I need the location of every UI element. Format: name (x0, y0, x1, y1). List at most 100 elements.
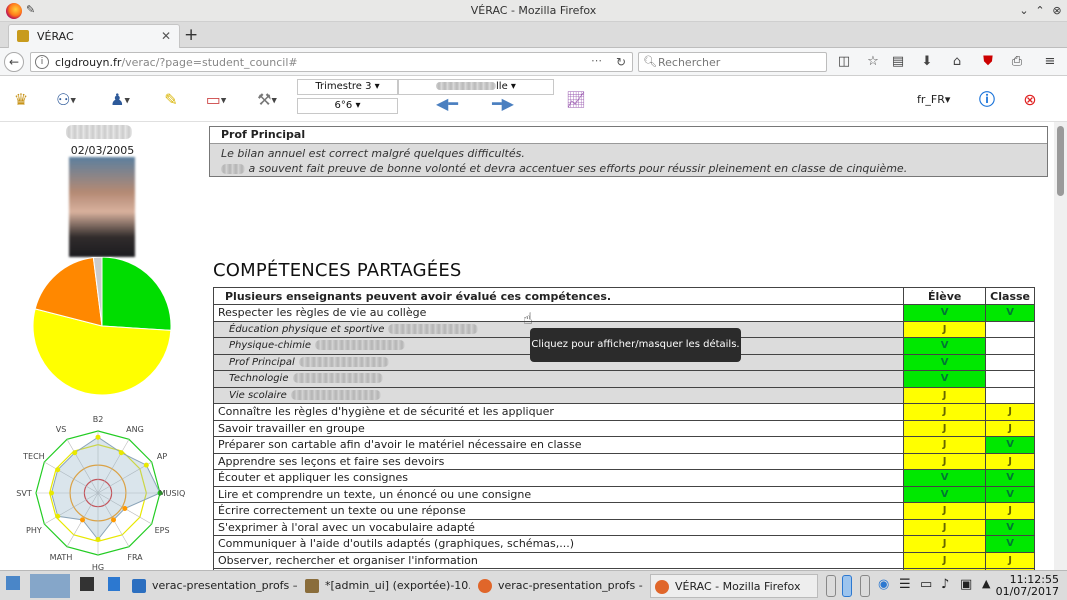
subjects-radar-chart: B2ANGAPMUSIQEPSFRAHGMATHPHYSVTTECHVS (16, 415, 185, 572)
radar-point (49, 490, 54, 496)
home-icon[interactable]: ⌂ (948, 53, 966, 71)
language-select[interactable]: fr_FR▾ (917, 93, 950, 106)
classe-value: V (985, 469, 1035, 487)
clock-date: 01/07/2017 (995, 585, 1059, 598)
details-tooltip: Cliquez pour afficher/masquer les détail… (530, 328, 741, 362)
table-row[interactable]: Observer, rechercher et organiser l'info… (212, 551, 1035, 569)
competence-label: Lire et comprendre un texte, un énoncé o… (212, 485, 905, 503)
minimize-icon[interactable]: ⌄ (1016, 3, 1032, 19)
task-firefox-verac[interactable]: VÉRAC - Mozilla Firefox (650, 574, 818, 598)
verac-favicon-icon (17, 30, 29, 42)
page-scrollbar[interactable] (1054, 122, 1067, 570)
url-bar[interactable]: i clgdrouyn.fr/verac/?page=student_counc… (30, 52, 633, 72)
radar-point (143, 462, 149, 468)
reload-icon[interactable]: ↻ (616, 55, 626, 69)
task-admin-ui[interactable]: *[admin_ui] (exportée)-10.0 ... (305, 574, 470, 598)
table-row[interactable]: Préparer son cartable afin d'avoir le ma… (212, 436, 1035, 454)
eleve-value: J (903, 320, 987, 338)
table-row[interactable]: Apprendre ses leçons et faire ses devoir… (212, 452, 1035, 470)
update-icon[interactable]: ◉ (878, 577, 889, 592)
class-select[interactable]: 6°6 ▾ (297, 98, 398, 114)
app-toolbar: ♛ ⚇▼ ♟▼ ✎ ▭▼ ⚒▼ Trimestre 3 ▾ lle ▾ 6°6 … (0, 76, 1067, 122)
site-info-icon[interactable]: i (35, 55, 49, 69)
eleve-value: J (903, 403, 987, 421)
radar-axis-label: AP (157, 452, 167, 461)
radar-axis-label: B2 (93, 415, 104, 424)
info-icon[interactable]: ⓘ (973, 89, 1001, 111)
sidebar-icon[interactable]: ◫ (835, 53, 853, 71)
eleve-value: V (903, 304, 987, 322)
tray-expand-icon[interactable]: ▲ (982, 577, 990, 590)
clock[interactable]: 11:12:55 01/07/2017 (996, 574, 1059, 598)
search-icon: 🔍︎ (643, 55, 657, 68)
files-icon[interactable] (108, 577, 120, 591)
classe-value (985, 337, 1035, 355)
clipboard-icon[interactable]: ▤ (889, 53, 907, 71)
classe-value: V (985, 518, 1035, 536)
competence-label: S'exprimer à l'oral avec un vocabulaire … (212, 518, 905, 536)
table-row[interactable]: Lire et comprendre un texte, un énoncé o… (212, 485, 1035, 503)
competence-label: Écouter et appliquer les consignes (212, 469, 905, 487)
task-verac-presentation-1[interactable]: verac-presentation_profs —... (132, 574, 297, 598)
column-header-classe: Classe (985, 287, 1035, 305)
back-button[interactable]: ← (4, 52, 24, 72)
print-icon[interactable]: ⎙ (1008, 53, 1026, 71)
bookmark-star-icon[interactable]: ☆ (864, 53, 882, 71)
appreciation-line-2: a souvent fait preuve de bonne volonté e… (221, 161, 1036, 176)
mouse-cursor: ☝ (523, 309, 533, 328)
verac-logo-icon[interactable]: ♛ (7, 89, 35, 111)
chart-icon[interactable]: 📈︎ (562, 89, 590, 111)
close-tab-icon[interactable]: ✕ (161, 29, 171, 43)
tray-pager-1[interactable] (826, 575, 836, 597)
eleve-value: V (903, 485, 987, 503)
competence-label: Savoir travailler en groupe (212, 419, 905, 437)
scrollbar-thumb[interactable] (1057, 126, 1064, 196)
person-icon[interactable]: ♟▼ (106, 89, 134, 111)
taskbar: verac-presentation_profs —... *[admin_ui… (0, 570, 1067, 600)
column-header-eleve: Élève (903, 287, 987, 305)
quit-icon[interactable]: ⊗ (1016, 89, 1044, 111)
student-select[interactable]: lle ▾ (398, 79, 554, 95)
ublock-icon[interactable]: ⛊ (979, 53, 997, 71)
search-bar[interactable]: 🔍︎ Rechercher (638, 52, 827, 72)
table-row[interactable]: Savoir travailler en groupe J J (212, 419, 1035, 437)
table-row[interactable]: Connaître les règles d'hygiène et de séc… (212, 403, 1035, 421)
students-icon[interactable]: ⚇▼ (52, 89, 80, 111)
maximize-icon[interactable]: ⌃ (1032, 3, 1048, 19)
period-select[interactable]: Trimestre 3 ▾ (297, 79, 398, 95)
page-actions-icon[interactable]: ⋯ (591, 54, 602, 67)
student-photo (69, 157, 135, 257)
section-title: COMPÉTENCES PARTAGÉES (213, 260, 462, 281)
radar-point (118, 450, 124, 456)
radar-point (55, 513, 61, 519)
table-row[interactable]: Communiquer à l'aide d'outils adaptés (g… (212, 535, 1035, 553)
terminal-icon[interactable] (80, 577, 94, 591)
download-icon[interactable]: ⬇ (918, 53, 936, 71)
table-row[interactable]: Écouter et appliquer les consignes V V (212, 469, 1035, 487)
tab-verac[interactable]: VÉRAC ✕ (8, 24, 180, 48)
pencil-icon[interactable]: ✎ (157, 89, 185, 111)
report-icon[interactable]: ▭▼ (202, 89, 230, 111)
eleve-value: V (903, 353, 987, 371)
next-arrow-icon[interactable]: ━▶ (492, 96, 518, 112)
table-row[interactable]: S'exprimer à l'oral avec un vocabulaire … (212, 518, 1035, 536)
competence-label: Apprendre ses leçons et faire ses devoir… (212, 452, 905, 470)
table-row[interactable]: Écrire correctement un texte ou une répo… (212, 502, 1035, 520)
menu-icon[interactable]: ≡ (1041, 53, 1059, 71)
clipboard-tray-icon[interactable]: ▣ (960, 577, 972, 592)
tray-pager-3[interactable] (860, 575, 870, 597)
task-verac-presentation-2[interactable]: verac-presentation_profs - ... (478, 574, 643, 598)
tools-icon[interactable]: ⚒▼ (253, 89, 281, 111)
desktop-pager[interactable] (30, 574, 70, 598)
eleve-value: J (903, 518, 987, 536)
table-row[interactable]: Respecter les règles de vie au collège V V (212, 304, 1035, 322)
previous-arrow-icon[interactable]: ◀━ (436, 96, 462, 112)
close-window-icon[interactable]: ⊗ (1049, 3, 1065, 19)
new-tab-button[interactable]: + (184, 25, 198, 45)
volume-icon[interactable]: ♪ (941, 577, 949, 592)
app-launcher-icon[interactable] (6, 576, 20, 590)
tray-pager-2[interactable] (842, 575, 852, 597)
battery-icon[interactable]: ▭ (920, 577, 932, 592)
wifi-icon[interactable]: ☰ (899, 577, 911, 592)
competence-label: Vie scolaire (212, 386, 905, 404)
